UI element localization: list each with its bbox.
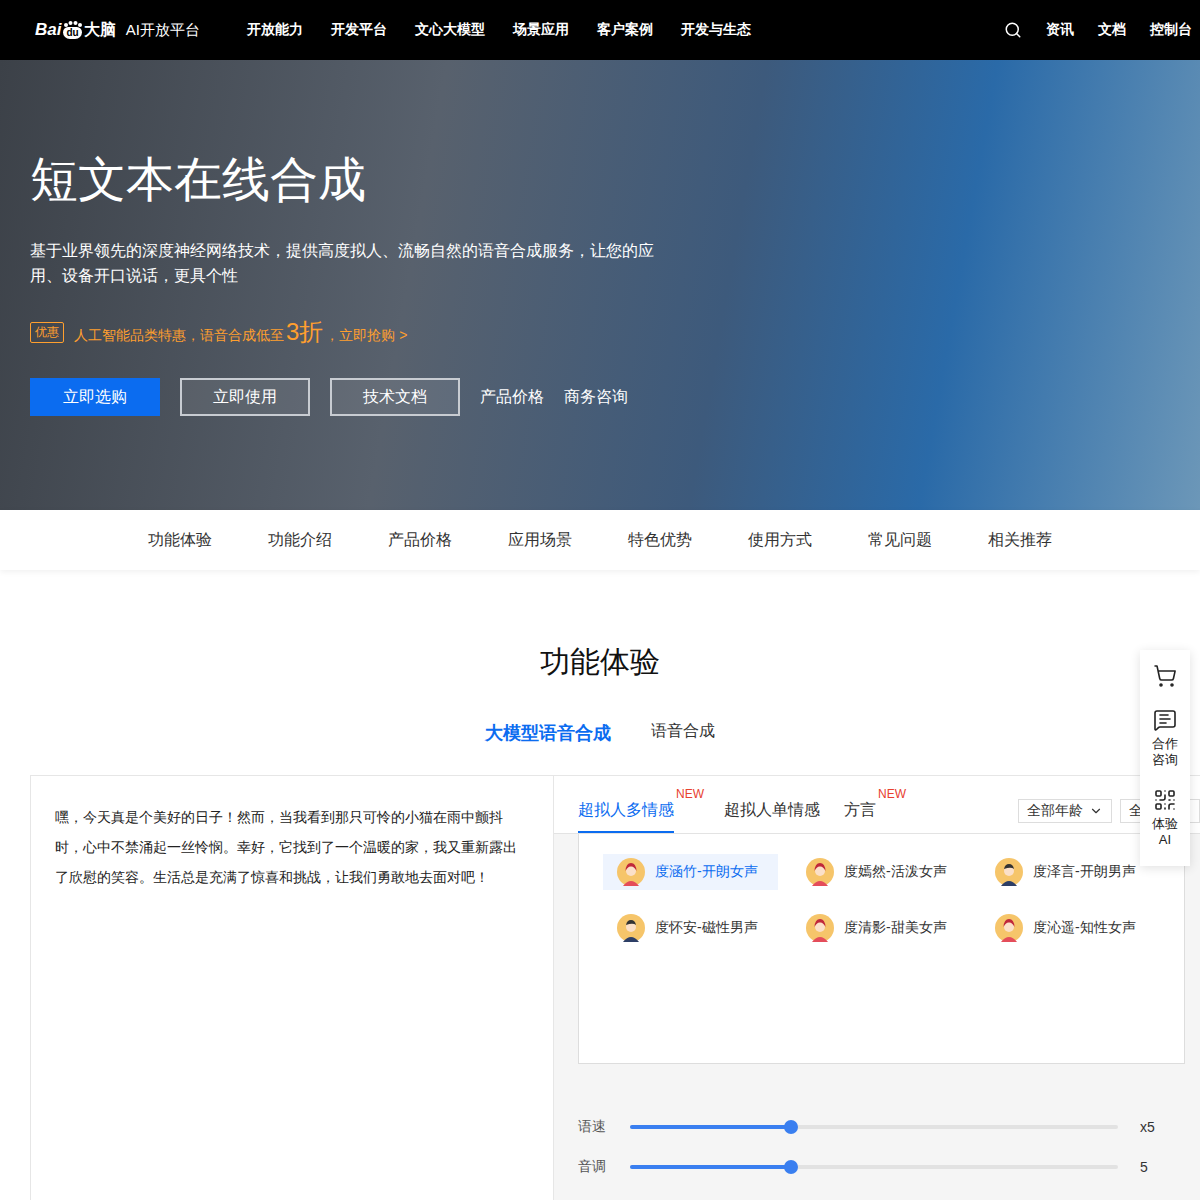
female-avatar-icon [617, 858, 645, 886]
hero-button[interactable]: 技术文档 [330, 378, 460, 416]
voice-tab[interactable]: 超拟人多情感NEW [578, 800, 674, 833]
hero-banner: 短文本在线合成基于业界领先的深度神经网络技术，提供高度拟人、流畅自然的语音合成服… [0, 60, 1200, 510]
slider-fill [630, 1165, 791, 1169]
chevron-down-icon [1089, 804, 1103, 818]
nav-link[interactable]: 控制台 [1150, 21, 1192, 39]
voice-tab[interactable]: 方言NEW [844, 800, 876, 833]
search-icon[interactable] [1004, 21, 1022, 39]
page: Baidu大脑 AI开放平台 开放能力 开发平台 文心大模型 场景应用 客户案例 开发与生态 资… [0, 0, 1200, 1200]
male-avatar-icon [617, 914, 645, 942]
slider-track[interactable] [630, 1165, 1118, 1169]
sub-nav-item[interactable]: 功能介绍 [240, 530, 360, 551]
float-item[interactable]: 体验AI [1149, 788, 1180, 848]
qr-code-icon [1153, 788, 1177, 812]
slider-knob[interactable] [784, 1160, 798, 1174]
slider-reading: x5 [1140, 1119, 1170, 1135]
sub-nav-item[interactable]: 使用方式 [720, 530, 840, 551]
hero-button[interactable]: 立即选购 [30, 378, 160, 416]
promo-text: 人工智能品类特惠，语音合成低至3折，立即抢购 > [74, 316, 407, 348]
voice-item[interactable]: 度怀安-磁性男声 [603, 910, 778, 946]
demo-section: 功能体验大模型语音合成 语音合成嘿，今天真是个美好的日子！然而，当我看到那只可怜的… [0, 570, 1200, 1200]
slider-reading: 5 [1140, 1159, 1170, 1175]
slider-label: 语速 [578, 1118, 608, 1136]
nav-item[interactable]: 场景应用 [513, 21, 569, 39]
male-avatar-icon [995, 858, 1023, 886]
promo[interactable]: 优惠人工智能品类特惠，语音合成低至3折，立即抢购 > [30, 316, 1170, 348]
voice-list: 度涵竹-开朗女声度嫣然-活泼女声度泽言-开朗男声度怀安-磁性男声度清影-甜美女声… [578, 834, 1185, 1064]
paw-icon: du [63, 21, 81, 39]
nav-item[interactable]: 开发与生态 [681, 21, 751, 39]
sub-nav: 功能体验功能介绍产品价格应用场景特色优势使用方式常见问题相关推荐 [0, 510, 1200, 570]
promo-highlight: 3折 [286, 316, 323, 348]
voice-item[interactable]: 度泽言-开朗男声 [981, 854, 1156, 890]
section-tab[interactable]: 大模型语音合成 [485, 721, 611, 753]
nav-link[interactable]: 资讯 [1046, 21, 1074, 39]
cart-icon [1153, 664, 1177, 688]
message-icon [1153, 708, 1177, 732]
sub-nav-item[interactable]: 功能体验 [120, 530, 240, 551]
slider-knob[interactable] [784, 1120, 798, 1134]
hero-buttons: 立即选购立即使用技术文档产品价格商务咨询 [30, 378, 1170, 416]
demo-panel: 嘿，今天真是个美好的日子！然而，当我看到那只可怜的小猫在雨中颤抖时，心中不禁涌起… [30, 775, 1200, 1200]
logo-brain: 大脑 [84, 20, 116, 41]
voice-item[interactable]: 度清影-甜美女声 [792, 910, 967, 946]
nav-link[interactable]: 文档 [1098, 21, 1126, 39]
section-tab[interactable]: 语音合成 [651, 721, 715, 753]
promo-badge: 优惠 [30, 322, 64, 343]
voice-panel: 超拟人多情感NEW超拟人单情感方言NEW全部年龄全部性度涵竹-开朗女声度嫣然-活… [554, 776, 1200, 1200]
float-bar: 合作咨询体验AI [1140, 650, 1190, 866]
sub-nav-item[interactable]: 常见问题 [840, 530, 960, 551]
float-label: 体验AI [1149, 816, 1180, 848]
nav-item[interactable]: 文心大模型 [415, 21, 485, 39]
hero-button[interactable]: 产品价格 [480, 378, 544, 416]
float-item[interactable]: 合作咨询 [1149, 708, 1180, 768]
sliders: 语速 x5 音调 5 [554, 1064, 1200, 1196]
slider-row: 语速 x5 [578, 1118, 1170, 1136]
slider-fill [630, 1125, 791, 1129]
hero-button[interactable]: 商务咨询 [564, 378, 628, 416]
female-avatar-icon [995, 914, 1023, 942]
slider-row: 音调 5 [578, 1158, 1170, 1176]
female-avatar-icon [806, 858, 834, 886]
voice-item[interactable]: 度沁遥-知性女声 [981, 910, 1156, 946]
nav-item[interactable]: 开放能力 [247, 21, 303, 39]
top-bar: Baidu大脑 AI开放平台 开放能力 开发平台 文心大模型 场景应用 客户案例 开发与生态 资… [0, 0, 1200, 60]
sub-nav-item[interactable]: 产品价格 [360, 530, 480, 551]
logo-du: du [63, 27, 81, 39]
logo-bai: Bai [35, 20, 61, 40]
filter-dropdown[interactable]: 全部年龄 [1018, 799, 1112, 823]
sub-nav-item[interactable]: 特色优势 [600, 530, 720, 551]
float-label: 合作咨询 [1149, 736, 1180, 768]
float-item[interactable] [1153, 664, 1177, 688]
new-badge: NEW [676, 787, 704, 801]
hero-button[interactable]: 立即使用 [180, 378, 310, 416]
sub-nav-item[interactable]: 应用场景 [480, 530, 600, 551]
voice-tabs: 超拟人多情感NEW超拟人单情感方言NEW全部年龄全部性 [554, 776, 1200, 834]
voice-item[interactable]: 度涵竹-开朗女声 [603, 854, 778, 890]
sub-nav-item[interactable]: 相关推荐 [960, 530, 1080, 551]
hero-title: 短文本在线合成 [30, 148, 1170, 212]
logo-platform: AI开放平台 [126, 21, 200, 40]
logo[interactable]: Baidu大脑 AI开放平台 [35, 20, 247, 41]
section-title: 功能体验 [30, 642, 1200, 683]
nav-item[interactable]: 客户案例 [597, 21, 653, 39]
new-badge: NEW [878, 787, 906, 801]
slider-label: 音调 [578, 1158, 608, 1176]
slider-track[interactable] [630, 1125, 1118, 1129]
nav-right: 资讯 文档 控制台 [1004, 21, 1192, 39]
voice-item[interactable]: 度嫣然-活泼女声 [792, 854, 967, 890]
female-avatar-icon [806, 914, 834, 942]
section-tabs: 大模型语音合成 语音合成 [30, 721, 1200, 753]
text-editor[interactable]: 嘿，今天真是个美好的日子！然而，当我看到那只可怜的小猫在雨中颤抖时，心中不禁涌起… [30, 776, 554, 1200]
nav-item[interactable]: 开发平台 [331, 21, 387, 39]
main-nav: 开放能力 开发平台 文心大模型 场景应用 客户案例 开发与生态 [247, 21, 1004, 39]
hero-description: 基于业界领先的深度神经网络技术，提供高度拟人、流畅自然的语音合成服务，让您的应用… [30, 238, 655, 288]
voice-tab[interactable]: 超拟人单情感 [724, 800, 820, 833]
